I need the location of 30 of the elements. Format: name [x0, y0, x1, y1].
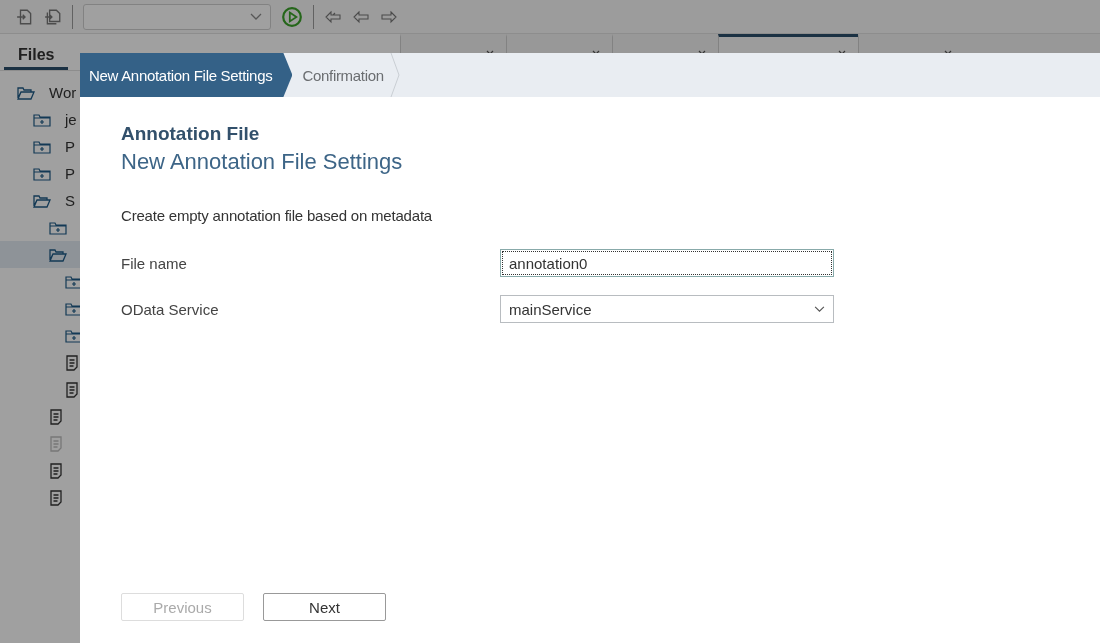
caret-icon [814, 305, 825, 313]
open-folder-icon[interactable] [33, 193, 51, 208]
file-icon[interactable] [49, 408, 63, 425]
dropdown-field[interactable]: mainService [500, 295, 834, 323]
file-icon[interactable] [65, 381, 79, 398]
step-separator [389, 53, 400, 97]
tree-item-label[interactable]: je [65, 111, 77, 128]
tree-item-label[interactable]: P [65, 138, 75, 155]
input-field[interactable]: annotation0 [500, 249, 834, 277]
document-icon[interactable] [16, 7, 34, 26]
description-text: Create empty annotation file based on metadata [121, 207, 433, 224]
file-icon[interactable] [49, 462, 63, 479]
panel-tab[interactable]: Files [4, 34, 69, 70]
tree-item-label[interactable]: P [65, 165, 75, 182]
caret-icon [250, 12, 262, 21]
wizard-step[interactable]: New Annotation File Settings [80, 53, 293, 97]
section-heading: Annotation File [121, 123, 261, 145]
page-title: New Annotation File Settings [121, 149, 404, 175]
wizard-button[interactable]: Next [263, 593, 386, 621]
open-folder-icon[interactable] [49, 247, 67, 262]
documents-icon[interactable] [44, 7, 62, 26]
field-label: File name [121, 254, 188, 272]
file-icon[interactable] [65, 354, 79, 371]
run-icon[interactable] [281, 5, 303, 28]
field-label: OData Service [121, 300, 220, 318]
tree-item-label[interactable]: Wor [49, 84, 77, 101]
open-folder-icon[interactable] [17, 85, 35, 100]
tree-item-label[interactable]: S [65, 192, 75, 209]
file-icon[interactable] [49, 489, 63, 506]
wizard-step[interactable]: Confirmation [292, 53, 390, 97]
